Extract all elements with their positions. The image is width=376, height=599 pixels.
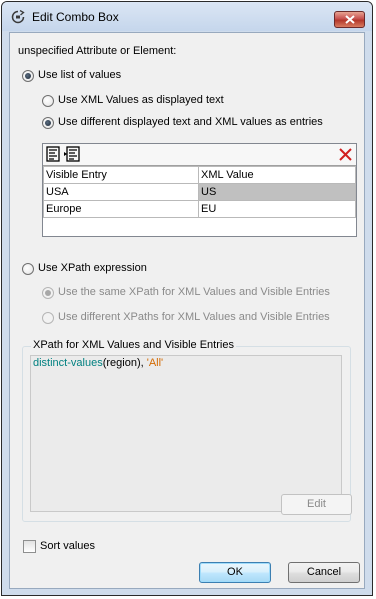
values-grid: Visible Entry XML Value USA US Europe EU: [42, 143, 357, 237]
window-title: Edit Combo Box: [32, 10, 119, 24]
use-different-label: Use different displayed text and XML val…: [58, 116, 323, 128]
use-different-radio[interactable]: [42, 117, 54, 129]
visible-entry-cell[interactable]: Europe: [43, 200, 199, 218]
same-xpath-radio[interactable]: [42, 287, 54, 299]
xml-value-cell[interactable]: EU: [198, 200, 356, 218]
xpath-expression-text: distinct-values(region), 'All': [33, 357, 163, 369]
dialog-body: unspecified Attribute or Element: Use li…: [9, 32, 365, 589]
use-list-radio[interactable]: [22, 70, 34, 82]
use-xpath-label: Use XPath expression: [38, 262, 147, 274]
edit-button[interactable]: Edit: [281, 494, 352, 515]
close-button[interactable]: [334, 11, 365, 28]
xml-value-cell[interactable]: US: [198, 183, 356, 201]
dialog-heading: unspecified Attribute or Element:: [18, 45, 177, 57]
table-header-row: Visible Entry XML Value: [43, 166, 356, 184]
use-xml-values-radio[interactable]: [42, 95, 54, 107]
xpath-expression-field[interactable]: distinct-values(region), 'All': [30, 355, 342, 512]
different-xpaths-label: Use different XPaths for XML Values and …: [58, 311, 330, 323]
visible-entry-cell[interactable]: USA: [43, 183, 199, 201]
cancel-button[interactable]: Cancel: [288, 562, 360, 583]
column-header-xml-value: XML Value: [198, 166, 356, 184]
sort-values-label: Sort values: [40, 540, 96, 552]
table-row[interactable]: USA US: [43, 183, 356, 201]
xpath-args: (region),: [102, 357, 147, 369]
different-xpaths-radio[interactable]: [42, 312, 54, 324]
ok-button[interactable]: OK: [199, 562, 271, 583]
close-icon: [345, 15, 355, 24]
use-xml-values-label: Use XML Values as displayed text: [58, 94, 224, 106]
use-list-label: Use list of values: [38, 69, 122, 81]
table-row[interactable]: Europe EU: [43, 200, 356, 218]
insert-row-icon[interactable]: [64, 145, 82, 163]
delete-row-icon[interactable]: [338, 147, 353, 162]
sort-values-checkbox[interactable]: [23, 540, 36, 553]
edit-combo-box-dialog: Edit Combo Box unspecified Attribute or …: [1, 1, 373, 596]
column-header-visible-entry: Visible Entry: [43, 166, 199, 184]
xpath-function: distinct-values: [33, 357, 103, 369]
same-xpath-label: Use the same XPath for XML Values and Vi…: [58, 286, 330, 298]
append-row-icon[interactable]: [45, 145, 63, 163]
title-bar[interactable]: Edit Combo Box: [2, 2, 372, 31]
combo-box-icon: [11, 10, 25, 24]
grid-toolbar: [43, 144, 356, 166]
xpath-group-label: XPath for XML Values and Visible Entries: [31, 339, 236, 351]
values-table: Visible Entry XML Value USA US Europe EU: [43, 166, 356, 218]
xpath-literal: 'All': [146, 357, 164, 369]
use-xpath-radio[interactable]: [22, 263, 34, 275]
